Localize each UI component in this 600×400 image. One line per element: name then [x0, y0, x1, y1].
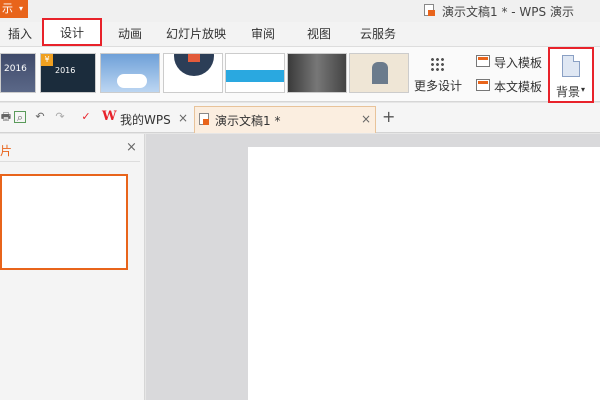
tab-slideshow[interactable]: 幻灯片放映: [164, 22, 228, 46]
chevron-down-icon: ▾: [581, 85, 586, 94]
background-button[interactable]: 背景 ▾: [548, 47, 594, 103]
close-icon[interactable]: ×: [361, 112, 371, 126]
slide-thumbnail[interactable]: [0, 174, 128, 270]
tab-view[interactable]: 视图: [306, 22, 332, 46]
quick-access-toolbar: 🖶 ⌕ ↶ ↷ ✓ W 我的WPS × 演示文稿1 * × +: [0, 103, 600, 133]
app-menu-button[interactable]: 示 ▾: [0, 0, 28, 18]
tab-my-wps-label: 我的WPS: [120, 113, 171, 127]
background-label: 背景: [556, 85, 581, 99]
slide-canvas[interactable]: [248, 147, 600, 400]
more-design-label: 更多设计: [414, 79, 463, 93]
more-design-button[interactable]: 更多设计: [412, 51, 464, 99]
app-menu-label: 示: [2, 2, 13, 15]
menu-bar: 插入 设计 动画 幻灯片放映 审阅 视图 云服务: [0, 18, 600, 46]
design-template-thumbnail[interactable]: ¥ 2016: [40, 53, 96, 93]
design-template-thumbnail[interactable]: [349, 53, 409, 93]
text-template-button[interactable]: 本文模板: [474, 77, 546, 97]
tab-review[interactable]: 审阅: [250, 22, 276, 46]
page-icon: [562, 55, 580, 77]
tab-insert[interactable]: 插入: [6, 22, 34, 46]
import-template-label: 导入模板: [494, 56, 543, 70]
presentation-file-icon: [199, 113, 209, 125]
thumbnail-text: 2016: [55, 66, 76, 75]
premium-badge: ¥: [41, 54, 53, 66]
print-preview-icon[interactable]: ⌕: [14, 111, 26, 124]
close-icon[interactable]: ×: [178, 111, 188, 125]
import-template-button[interactable]: 导入模板: [474, 53, 546, 73]
tab-animation[interactable]: 动画: [115, 22, 145, 46]
wps-logo-icon: W: [102, 109, 117, 124]
design-template-thumbnail[interactable]: [225, 53, 285, 93]
editing-area: [146, 134, 600, 400]
template-icon: [476, 79, 490, 91]
window-title: 演示文稿1 * - WPS 演示: [442, 5, 574, 19]
new-tab-plus-icon[interactable]: +: [382, 107, 395, 126]
customize-toolbar-icon[interactable]: ✓: [80, 111, 92, 123]
thumbnail-text: 2016: [4, 64, 27, 74]
undo-icon[interactable]: ↶: [34, 111, 46, 123]
divider: [0, 161, 140, 162]
design-template-thumbnail[interactable]: 2016: [0, 53, 36, 93]
tab-document-label: 演示文稿1 *: [215, 114, 281, 128]
design-template-thumbnail[interactable]: [100, 53, 160, 93]
tab-design[interactable]: 设计: [42, 18, 102, 46]
redo-icon[interactable]: ↷: [54, 111, 66, 123]
print-icon[interactable]: 🖶: [0, 111, 12, 123]
design-template-thumbnail[interactable]: [163, 53, 223, 93]
design-template-thumbnail[interactable]: [287, 53, 347, 93]
tab-my-wps[interactable]: W 我的WPS ×: [98, 107, 192, 131]
text-template-label: 本文模板: [494, 80, 543, 94]
chevron-down-icon: ▾: [19, 4, 24, 13]
design-ribbon: 2016 ¥ 2016 更多设计 导入模板 本文模板 背景 ▾: [0, 46, 600, 103]
template-icon: [476, 55, 490, 67]
tab-cloud-service[interactable]: 云服务: [358, 22, 398, 46]
tab-document[interactable]: 演示文稿1 * ×: [194, 106, 376, 133]
grid-icon: [430, 57, 444, 71]
document-icon: [424, 4, 435, 16]
slides-panel: 片 ×: [0, 134, 145, 400]
close-icon[interactable]: ×: [126, 140, 137, 155]
panel-title: 片: [0, 144, 13, 158]
